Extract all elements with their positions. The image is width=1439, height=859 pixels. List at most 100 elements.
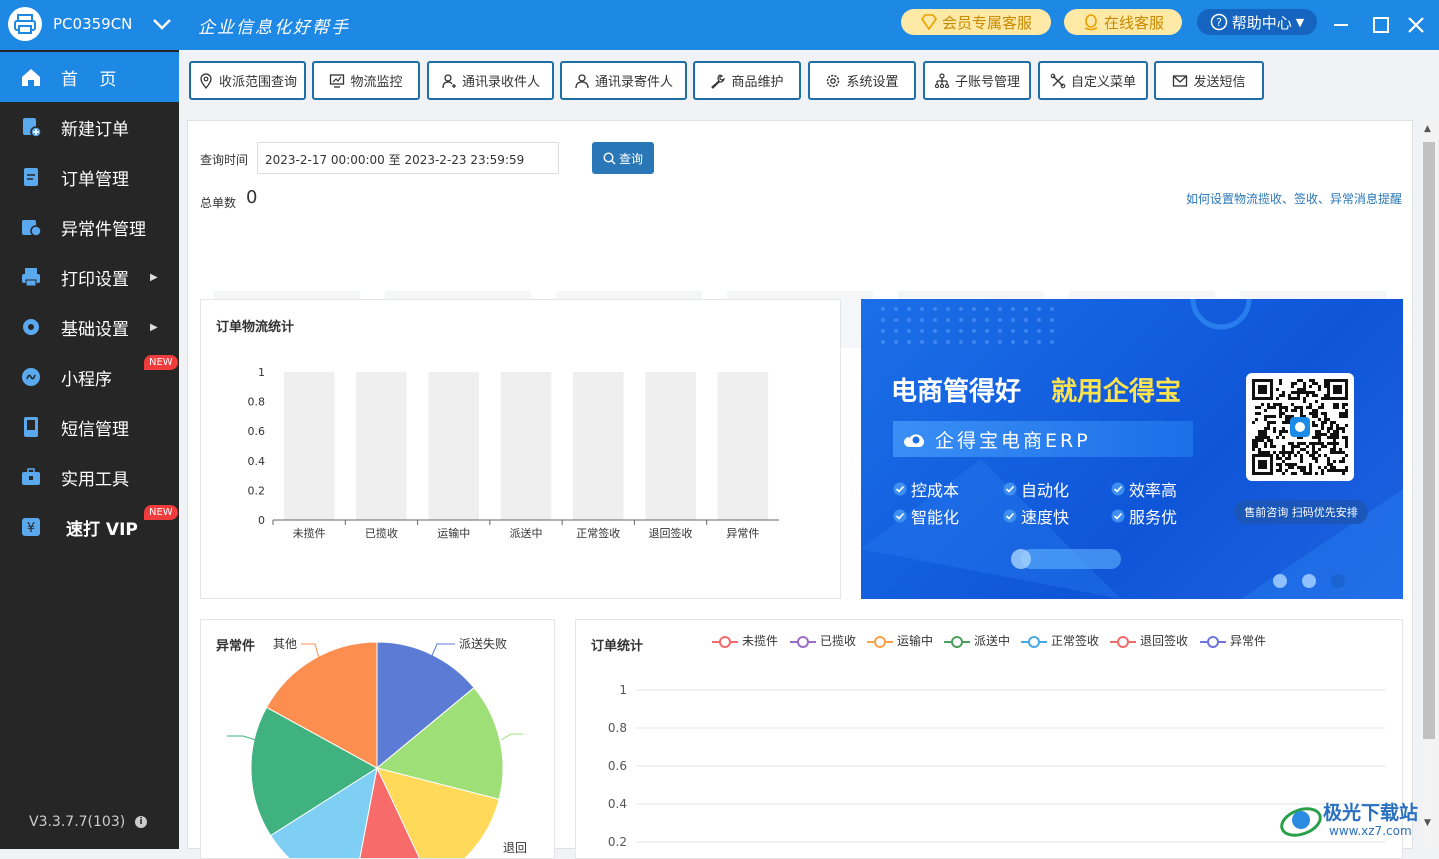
- y-tick-label: 1: [258, 366, 265, 379]
- query-time-input[interactable]: 2023-2-17 00:00:00 至 2023-2-23 23:59:59: [257, 142, 559, 174]
- location-icon: [200, 72, 212, 89]
- carousel-dot[interactable]: [1331, 574, 1345, 588]
- y-tick-label: 0: [258, 514, 265, 527]
- toolbar-send-sms-button[interactable]: 发送短信: [1154, 61, 1264, 100]
- watermark-logo-icon: [1280, 807, 1322, 837]
- sidebar-item-label: 新建订单: [61, 119, 129, 140]
- mail-icon: [1173, 74, 1188, 87]
- toolbar-range-query-button[interactable]: 收派范围查询: [189, 61, 306, 100]
- carousel-dot[interactable]: [1302, 574, 1316, 588]
- maximize-icon[interactable]: [1366, 10, 1396, 40]
- vip-service-button[interactable]: 会员专属客服: [901, 9, 1051, 35]
- toolbar-product-button[interactable]: 商品维护: [693, 61, 801, 100]
- sidebar-item-label: 基础设置: [61, 319, 129, 340]
- sidebar-item-sms[interactable]: 短信管理: [0, 402, 179, 452]
- check-icon: [893, 509, 907, 523]
- sidebar-item-basic-settings[interactable]: 基础设置 ▶: [0, 302, 179, 352]
- close-icon[interactable]: [1401, 10, 1431, 40]
- y-tick-label: 0.8: [608, 721, 627, 735]
- logistics-bar-chart: 0 0.2 0.4 0.6 0.8 1 未揽件 已揽收 运输中 派送中 正常签收 退回签收 异常件: [248, 366, 779, 540]
- sidebar-item-exception[interactable]: 异常件管理: [0, 202, 179, 252]
- vertical-scrollbar[interactable]: ▲ ▼: [1421, 120, 1437, 849]
- ad-product-name: 企得宝电商ERP: [935, 429, 1091, 452]
- y-tick-label: 0.2: [608, 835, 627, 849]
- vip-service-label: 会员专属客服: [941, 13, 1032, 32]
- toolbar-recipient-button[interactable]: 通讯录收件人: [427, 61, 554, 100]
- sidebar-item-miniapp[interactable]: 小程序 NEW: [0, 352, 179, 402]
- custom-menu-icon: [1050, 73, 1066, 88]
- y-tick-label: 0.2: [248, 484, 266, 497]
- ad-feature-label: 控成本: [911, 481, 960, 500]
- toolbar-label: 发送短信: [1193, 75, 1246, 90]
- ad-feature: 速度快: [1003, 504, 1069, 528]
- sidebar-item-vip[interactable]: ¥ 速打 VIP NEW: [0, 502, 179, 552]
- monitor-icon: [330, 73, 345, 88]
- gear-icon: [23, 319, 39, 335]
- toolbar-label: 物流监控: [350, 75, 403, 90]
- pie-label: 派送失败: [459, 636, 507, 651]
- toolbar-label: 自定义菜单: [1070, 75, 1136, 90]
- pie-label: 其他: [273, 637, 297, 651]
- carousel-dot[interactable]: [1273, 574, 1287, 588]
- contact-icon: [575, 73, 589, 88]
- check-icon: [1111, 482, 1125, 496]
- diamond-icon: [920, 14, 937, 31]
- miniapp-icon: [22, 368, 40, 386]
- question-icon: ?: [1210, 13, 1227, 31]
- watermark: 极光下载站 www.xz7.com: [1279, 792, 1429, 846]
- sidebar-item-label: 异常件管理: [61, 219, 146, 240]
- toolbar-label: 通讯录寄件人: [594, 75, 673, 90]
- sidebar-item-label: 实用工具: [61, 469, 129, 490]
- dashboard-panel: 查询时间 2023-2-17 00:00:00 至 2023-2-23 23:5…: [187, 120, 1413, 859]
- toolbar-subaccount-button[interactable]: 子账号管理: [923, 61, 1031, 100]
- sidebar-item-label: 打印设置: [61, 269, 129, 290]
- home-icon: [22, 69, 40, 86]
- exception-pie-chart: 派送失败 其他退回: [227, 636, 527, 858]
- pie-leader-line: [301, 643, 320, 659]
- ad-feature: 服务优: [1111, 504, 1177, 528]
- account-dropdown-icon[interactable]: [150, 12, 174, 36]
- online-service-button[interactable]: 在线客服: [1064, 9, 1182, 35]
- toolbar-custom-menu-button[interactable]: 自定义菜单: [1038, 61, 1148, 100]
- sidebar-item-label: 速打 VIP: [66, 519, 138, 540]
- ad-feature-label: 服务优: [1129, 508, 1178, 527]
- ad-banner[interactable]: 电商管得好 就用企得宝 企得宝电商ERP 控成本 自动化 效率高 智能化 速度快 服务优 …: [861, 299, 1403, 599]
- account-name: PC0359CN: [53, 15, 133, 33]
- y-tick-label: 1: [619, 683, 627, 697]
- toolbar-system-settings-button[interactable]: 系统设置: [808, 61, 916, 100]
- y-tick-label: 0.6: [248, 425, 266, 438]
- sidebar-item-tools[interactable]: 实用工具: [0, 452, 179, 502]
- info-icon[interactable]: i: [135, 816, 147, 828]
- notification-help-link[interactable]: 如何设置物流揽收、签收、异常消息提醒: [1186, 190, 1402, 207]
- minimize-icon[interactable]: [1326, 10, 1356, 40]
- x-tick-label: 已揽收: [365, 526, 398, 540]
- x-tick-label: 异常件: [726, 527, 759, 540]
- sidebar-item-home[interactable]: 首 页: [0, 52, 179, 102]
- sidebar: 首 页 新建订单 订单管理 异常件管理 打印设置 ▶ 基础设置 ▶ 小程序 NE…: [0, 50, 179, 849]
- qq-icon: [1084, 14, 1098, 31]
- x-tick-label: 退回签收: [649, 526, 693, 540]
- sidebar-item-print-settings[interactable]: 打印设置 ▶: [0, 252, 179, 302]
- org-icon: [934, 72, 950, 88]
- query-button[interactable]: 查询: [592, 142, 654, 174]
- query-time-value: 2023-2-17 00:00:00 至 2023-2-23 23:59:59: [265, 153, 525, 167]
- bar-background: [356, 372, 407, 520]
- scroll-up-icon[interactable]: ▲: [1424, 124, 1431, 134]
- check-icon: [1003, 482, 1017, 496]
- x-tick-label: 未揽件: [293, 527, 326, 540]
- pie-leader-line: [500, 733, 523, 741]
- toolbar-monitor-button[interactable]: 物流监控: [312, 61, 420, 100]
- sidebar-item-order-manage[interactable]: 订单管理: [0, 152, 179, 202]
- new-badge: NEW: [144, 505, 178, 520]
- sidebar-item-label: 首 页: [61, 69, 125, 90]
- search-icon: [603, 151, 616, 164]
- help-center-button[interactable]: ? 帮助中心 ▼: [1197, 9, 1317, 35]
- yen-icon: ¥: [22, 518, 40, 536]
- toolbar-label: 收派范围查询: [218, 75, 297, 90]
- sidebar-item-new-order[interactable]: 新建订单: [0, 102, 179, 152]
- wrench-icon: [711, 73, 726, 89]
- scrollbar-thumb[interactable]: [1423, 142, 1435, 739]
- toolbar-sender-button[interactable]: 通讯录寄件人: [560, 61, 687, 100]
- toolbar-label: 通讯录收件人: [461, 75, 540, 90]
- y-tick-label: 0.4: [248, 455, 266, 468]
